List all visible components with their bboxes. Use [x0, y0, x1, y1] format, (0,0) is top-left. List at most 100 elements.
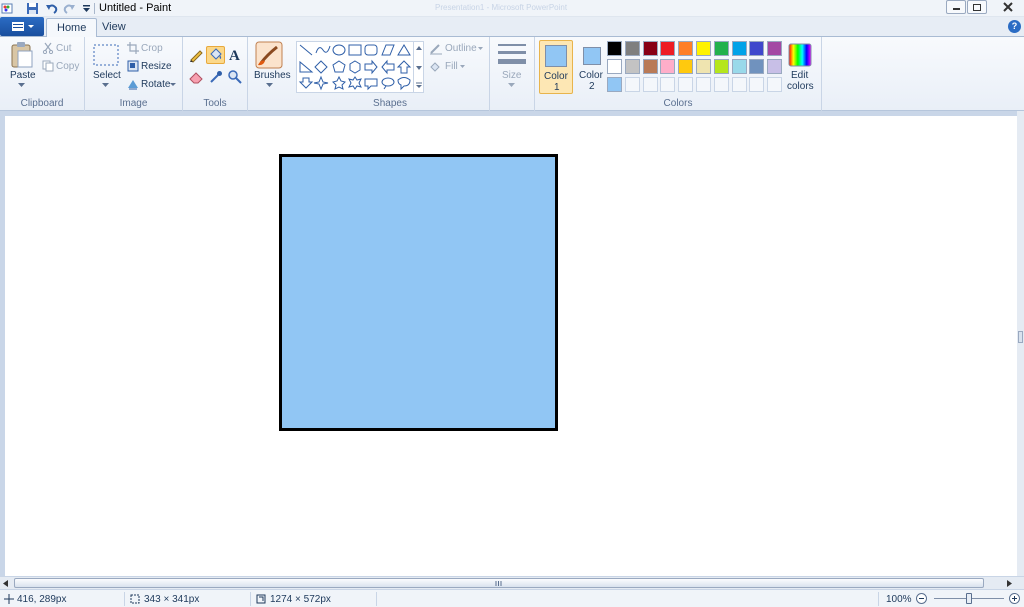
- size-icon[interactable]: [498, 43, 526, 65]
- palette-swatch[interactable]: [713, 41, 729, 56]
- copy-icon[interactable]: [42, 60, 54, 72]
- palette-swatch[interactable]: [749, 59, 765, 74]
- paint-app-icon[interactable]: [1, 2, 15, 15]
- rotate-icon[interactable]: [127, 78, 139, 90]
- pencil-icon[interactable]: [188, 47, 204, 63]
- paste-icon[interactable]: [10, 41, 34, 69]
- crop-icon[interactable]: [127, 42, 139, 54]
- zoom-in-icon[interactable]: [1009, 593, 1020, 604]
- tab-home[interactable]: Home: [46, 18, 98, 38]
- minimize-button[interactable]: [946, 0, 966, 14]
- select-icon[interactable]: [93, 43, 119, 67]
- minimize-icon: [953, 8, 960, 10]
- palette-swatch[interactable]: [624, 77, 640, 92]
- vertical-scrollbar[interactable]: [1017, 111, 1024, 576]
- paste-dropdown-icon[interactable]: [18, 83, 25, 88]
- palette-swatch[interactable]: [607, 41, 622, 56]
- save-icon[interactable]: [26, 2, 40, 15]
- horizontal-scroll-thumb[interactable]: [14, 578, 984, 588]
- palette-swatch[interactable]: [731, 41, 747, 56]
- palette-swatch[interactable]: [713, 77, 729, 92]
- color1-button[interactable]: Color 1: [539, 40, 573, 94]
- size-button[interactable]: Size: [502, 70, 521, 81]
- shapes-more-icon[interactable]: [416, 82, 422, 88]
- fill-bucket-icon[interactable]: [208, 47, 224, 63]
- color-picker-icon[interactable]: [208, 69, 224, 85]
- resize-icon[interactable]: [127, 60, 139, 72]
- edit-colors-icon[interactable]: [788, 43, 812, 67]
- drawing-canvas[interactable]: [5, 116, 1017, 583]
- magnifier-icon[interactable]: [227, 69, 243, 85]
- eraser-icon[interactable]: [188, 69, 204, 85]
- palette-swatch[interactable]: [660, 41, 676, 56]
- rotate-button[interactable]: Rotate: [141, 79, 170, 90]
- palette-swatch[interactable]: [642, 77, 658, 92]
- palette-swatch[interactable]: [642, 41, 658, 56]
- shapes-scrollbar[interactable]: [413, 42, 423, 92]
- fill-button[interactable]: Fill: [445, 61, 458, 72]
- crop-button[interactable]: Crop: [141, 43, 163, 54]
- palette-swatch[interactable]: [696, 41, 711, 56]
- tab-view[interactable]: View: [92, 18, 136, 37]
- zoom-out-icon[interactable]: [916, 593, 927, 604]
- scroll-right-icon[interactable]: [1007, 580, 1012, 587]
- brushes-dropdown-icon[interactable]: [266, 83, 273, 88]
- select-dropdown-icon[interactable]: [102, 83, 109, 88]
- outline-dropdown-icon[interactable]: [478, 47, 483, 50]
- palette-swatch[interactable]: [767, 77, 783, 92]
- paint-menu-button[interactable]: [0, 17, 44, 36]
- palette-swatch[interactable]: [713, 59, 729, 74]
- palette-swatch[interactable]: [642, 59, 658, 74]
- title-bar: Untitled - Paint Presentation1 - Microso…: [0, 0, 1024, 17]
- drawn-rectangle[interactable]: [279, 154, 558, 431]
- fill-icon[interactable]: [429, 61, 443, 73]
- palette-swatch[interactable]: [767, 41, 783, 56]
- palette-swatch[interactable]: [767, 59, 783, 74]
- resize-button[interactable]: Resize: [141, 61, 172, 72]
- select-button[interactable]: Select: [93, 70, 121, 81]
- palette-swatch[interactable]: [660, 59, 676, 74]
- text-tool-icon[interactable]: A: [227, 46, 243, 63]
- undo-icon[interactable]: [45, 2, 59, 15]
- brushes-icon[interactable]: [255, 41, 285, 69]
- edit-colors-label-line1[interactable]: Edit: [791, 70, 808, 81]
- colors-group: Color 1 Color 2 Edit colors Colors: [534, 37, 822, 111]
- palette-swatch[interactable]: [731, 59, 747, 74]
- redo-icon[interactable]: [62, 2, 76, 15]
- restore-button[interactable]: [967, 0, 987, 14]
- cut-button[interactable]: Cut: [56, 43, 72, 54]
- palette-swatch[interactable]: [678, 77, 694, 92]
- fill-dropdown-icon[interactable]: [460, 65, 465, 68]
- copy-button[interactable]: Copy: [56, 61, 79, 72]
- horizontal-scrollbar[interactable]: [0, 576, 1024, 589]
- rotate-dropdown-icon[interactable]: [170, 83, 176, 87]
- palette-swatch[interactable]: [749, 77, 765, 92]
- brushes-button[interactable]: Brushes: [254, 70, 291, 81]
- palette-swatch[interactable]: [607, 59, 622, 74]
- palette-swatch[interactable]: [731, 77, 747, 92]
- outline-button[interactable]: Outline: [445, 43, 477, 54]
- edit-colors-label-line2[interactable]: colors: [787, 81, 814, 92]
- shapes-scroll-up-icon[interactable]: [416, 46, 422, 50]
- cut-icon[interactable]: [42, 42, 54, 54]
- palette-swatch[interactable]: [749, 41, 765, 56]
- size-dropdown-icon[interactable]: [508, 83, 515, 88]
- palette-swatch[interactable]: [624, 59, 640, 74]
- palette-swatch[interactable]: [678, 59, 694, 74]
- paste-button[interactable]: Paste: [10, 70, 36, 81]
- palette-swatch[interactable]: [696, 77, 711, 92]
- vertical-scroll-thumb[interactable]: [1018, 331, 1023, 343]
- zoom-slider-thumb[interactable]: [966, 593, 972, 604]
- customize-toolbar-icon[interactable]: [80, 2, 94, 15]
- shapes-scroll-down-icon[interactable]: [416, 66, 422, 70]
- palette-swatch[interactable]: [678, 41, 694, 56]
- palette-swatch[interactable]: [660, 77, 676, 92]
- palette-swatch[interactable]: [696, 59, 711, 74]
- color2-button[interactable]: Color 2: [575, 40, 609, 94]
- outline-icon[interactable]: [429, 43, 443, 55]
- palette-swatch[interactable]: [624, 41, 640, 56]
- help-icon[interactable]: ?: [1008, 20, 1021, 33]
- close-button[interactable]: [998, 0, 1018, 14]
- scroll-left-icon[interactable]: [3, 580, 8, 587]
- palette-swatch[interactable]: [607, 77, 622, 92]
